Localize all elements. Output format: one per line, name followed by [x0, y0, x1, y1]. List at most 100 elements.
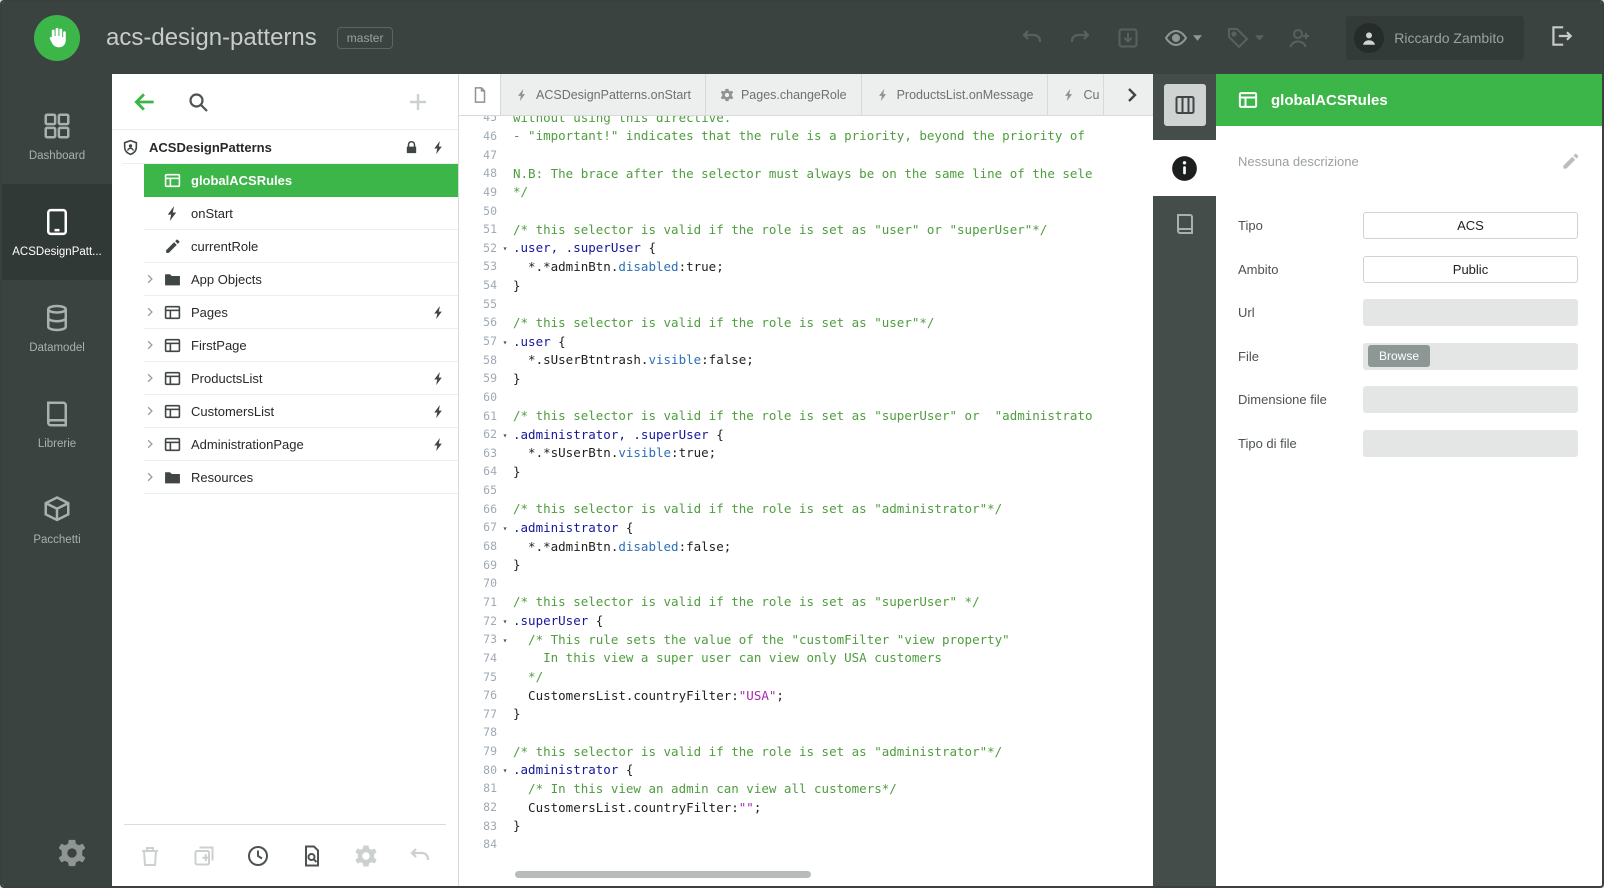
code-area[interactable]: 45 without using this directive. 46 - "impo…: [459, 116, 1153, 886]
expand-chevron-icon[interactable]: [144, 437, 164, 451]
sidebar-item-acsdesignpatt[interactable]: ACSDesignPatt...: [2, 184, 112, 280]
person-icon: [1360, 29, 1378, 47]
code-text: /* This rule sets the value of the "cust…: [513, 631, 1010, 647]
property-input-ambito[interactable]: Public: [1363, 255, 1578, 283]
sidebar-item-librerie[interactable]: Librerie: [2, 376, 112, 472]
dashboard-icon: [42, 111, 72, 141]
code-line: 48 N.B: The brace after the selector must…: [459, 164, 1153, 183]
sidebar-item-pacchetti[interactable]: Pacchetti: [2, 472, 112, 568]
expand-chevron-icon[interactable]: [144, 272, 164, 286]
code-line: 72 ▾ .superUser {: [459, 611, 1153, 630]
tag-button[interactable]: [1226, 26, 1265, 50]
fold-gutter: [497, 228, 513, 230]
undo-button[interactable]: [408, 844, 432, 868]
right-tool-strip: [1153, 74, 1216, 886]
property-input-tipo-di-file[interactable]: [1363, 429, 1578, 457]
property-row-url: Url: [1238, 291, 1578, 335]
code-text: *.*sUserBtn.visible:true;: [513, 445, 717, 461]
tree-item-customerslist[interactable]: CustomersList: [144, 395, 458, 428]
tree-item-onstart[interactable]: onStart: [144, 197, 458, 230]
search-icon[interactable]: [186, 90, 210, 114]
code-text: .user, .superUser {: [513, 240, 656, 256]
tree-item-label: currentRole: [191, 238, 259, 254]
expand-chevron-icon[interactable]: [144, 470, 164, 484]
trash-button[interactable]: [138, 844, 162, 868]
code-text: *.*adminBtn.disabled:true;: [513, 258, 724, 274]
line-number: 76: [483, 688, 497, 703]
tab-overflow-button[interactable]: [1111, 74, 1153, 115]
tab-current-document[interactable]: [459, 74, 501, 115]
search-doc-button[interactable]: [300, 844, 324, 868]
tree-root-acsdesignpatterns[interactable]: ACSDesignPatterns: [122, 131, 458, 164]
expand-chevron-icon[interactable]: [144, 305, 164, 319]
expand-chevron-icon[interactable]: [144, 338, 164, 352]
line-number: 78: [483, 725, 497, 740]
chevron-right-icon: [144, 306, 156, 318]
panel-tab-info[interactable]: [1153, 140, 1216, 196]
fold-marker-icon[interactable]: ▾: [497, 764, 513, 775]
eye-button[interactable]: [1164, 26, 1203, 50]
tree-item-productslist[interactable]: ProductsList: [144, 362, 458, 395]
add-icon[interactable]: [406, 90, 430, 114]
tab-productslist-onmessage[interactable]: ProductsList.onMessage: [862, 74, 1049, 115]
tree-item-firstpage[interactable]: FirstPage: [144, 329, 458, 362]
tree-item-currentrole[interactable]: currentRole: [144, 230, 458, 263]
property-label: Tipo di file: [1238, 435, 1297, 451]
redo-button[interactable]: [1068, 26, 1092, 50]
line-number: 46: [483, 128, 497, 143]
import-box-button[interactable]: [1116, 26, 1140, 50]
horizontal-scrollbar[interactable]: [515, 871, 811, 878]
code-line: 68 *.*adminBtn.disabled:false;: [459, 537, 1153, 556]
tree-item-pages[interactable]: Pages: [144, 296, 458, 329]
gear-button[interactable]: [354, 844, 378, 868]
branch-badge[interactable]: master: [336, 27, 394, 49]
bolt-icon: [1062, 88, 1076, 102]
expand-chevron-icon[interactable]: [144, 371, 164, 385]
code-text: .user {: [513, 333, 566, 349]
property-input-tipo[interactable]: ACS: [1363, 212, 1578, 240]
project-title: acs-design-patterns: [106, 24, 317, 51]
expand-chevron-icon[interactable]: [144, 404, 164, 418]
add-frame-button[interactable]: [192, 844, 216, 868]
settings-button[interactable]: [2, 838, 112, 868]
property-input-url[interactable]: [1363, 299, 1578, 327]
logout-button[interactable]: [1548, 23, 1574, 54]
acs-bolt-icon: [431, 305, 446, 320]
tree-item-label: ProductsList: [191, 370, 263, 386]
tab-acsdesignpatterns-onstart[interactable]: ACSDesignPatterns.onStart: [501, 74, 706, 115]
undo-button[interactable]: [1020, 26, 1044, 50]
tab-cu[interactable]: Cu: [1048, 74, 1105, 115]
tab-label: Cu: [1083, 87, 1100, 102]
sidebar-item-datamodel[interactable]: Datamodel: [2, 280, 112, 376]
history-button[interactable]: [246, 844, 270, 868]
property-input-file[interactable]: Browse: [1363, 342, 1578, 370]
tree-item-globalacsrules[interactable]: globalACSRules: [144, 164, 458, 197]
fold-marker-icon[interactable]: ▾: [497, 429, 513, 440]
acs-bolt-icon: [431, 140, 446, 155]
fold-marker-icon[interactable]: ▾: [497, 336, 513, 347]
sidebar-item-label: Datamodel: [29, 341, 85, 354]
tree-item-app-objects[interactable]: App Objects: [144, 263, 458, 296]
fold-marker-icon[interactable]: ▾: [497, 522, 513, 533]
back-arrow-icon[interactable]: [132, 89, 158, 115]
add-user-button[interactable]: [1288, 26, 1312, 50]
tree-item-administrationpage[interactable]: AdministrationPage: [144, 428, 458, 461]
code-text: }: [513, 277, 521, 293]
sidebar-item-dashboard[interactable]: Dashboard: [2, 88, 112, 184]
panel-tab-book[interactable]: [1153, 196, 1216, 252]
browse-button[interactable]: Browse: [1368, 345, 1431, 368]
fold-marker-icon[interactable]: ▾: [497, 615, 513, 626]
tab-pages-changerole[interactable]: Pages.changeRole: [706, 74, 862, 115]
fold-gutter: [497, 806, 513, 808]
edit-description-button[interactable]: [1561, 152, 1580, 171]
columns-tool-button[interactable]: [1163, 84, 1206, 126]
user-menu[interactable]: Riccardo Zambito: [1346, 16, 1524, 60]
app-logo[interactable]: [34, 15, 80, 61]
fold-marker-icon[interactable]: ▾: [497, 634, 513, 645]
fold-gutter: [497, 135, 513, 137]
property-input-dimensione-file[interactable]: [1363, 386, 1578, 414]
fold-gutter: [497, 377, 513, 379]
tree-item-resources[interactable]: Resources: [144, 461, 458, 494]
fold-marker-icon[interactable]: ▾: [497, 242, 513, 253]
line-number: 73: [483, 632, 497, 647]
